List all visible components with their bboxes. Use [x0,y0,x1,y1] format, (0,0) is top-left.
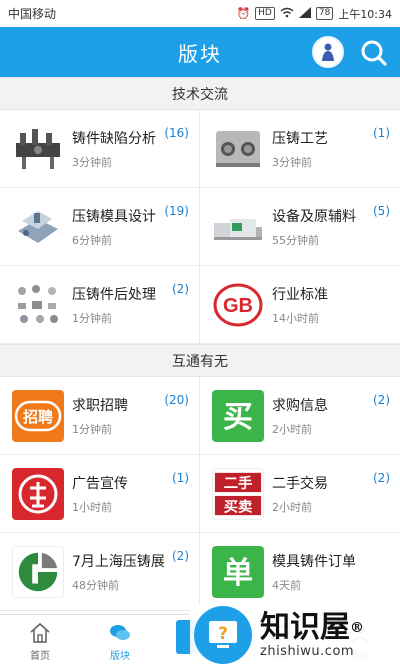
svg-text:买: 买 [223,400,253,435]
board-time: 3分钟前 [72,155,112,169]
watermark-reg: ® [350,619,364,636]
post-count: (1) [172,471,189,485]
post-count: (2) [172,282,189,296]
board-name: 铸件缺陷分析 [72,130,156,147]
recruit-icon: 招聘 [12,389,64,442]
home-icon [30,622,50,643]
section-header-tech: 技术交流 [0,77,400,110]
post-count: (2) [373,471,390,485]
expo-icon [12,545,64,598]
board-item-casting-defect[interactable]: 铸件缺陷分析 3分钟前 (16) [0,110,200,188]
board-item-shanghai-expo[interactable]: 7月上海压铸展 48分钟前 (2) [0,533,200,611]
board-item-advertising[interactable]: 广告宣传 1小时前 (1) [0,455,200,533]
search-button[interactable] [360,39,388,67]
board-name: 压铸件后处理 [72,286,156,303]
post-processing-photo-icon [12,279,64,331]
exchange-board-grid: 招聘 求职招聘 1分钟前 (20) 买 求购信息 2小时前 (2) 广告宣传 1… [0,377,400,611]
svg-text:招聘: 招聘 [23,408,53,426]
tab-boards[interactable]: 版块 [80,621,160,666]
board-item-mold-design[interactable]: 压铸模具设计 6分钟前 (19) [0,188,200,266]
board-time: 3分钟前 [272,155,312,169]
board-name: 求购信息 [272,397,328,414]
casting-defect-photo-icon [12,123,64,175]
post-count: (16) [164,126,189,140]
post-count: (2) [172,549,189,563]
watermark-main: 知识屋 [260,609,350,645]
post-count: (19) [164,204,189,218]
board-name: 设备及原辅料 [272,208,356,225]
hd-badge: HD [255,7,275,20]
user-avatar-icon [322,43,334,61]
board-time: 48分钟前 [72,578,119,592]
board-time: 1分钟前 [72,311,112,325]
search-icon [361,40,387,66]
watermark-logo: ? [194,606,252,664]
question-monitor-icon: ? [209,621,237,648]
board-name: 二手交易 [272,475,328,492]
carrier-label: 中国移动 [8,7,57,21]
app-bar: 版块 [0,27,400,77]
post-count: (5) [373,204,390,218]
watermark: ? 知识屋® zhishiwu.com [190,604,400,666]
board-name: 压铸工艺 [272,130,328,147]
status-icons: ⏰ HD 78 上午10:34 [236,6,392,22]
wifi-icon [280,7,294,21]
board-item-industry-standard[interactable]: GB 行业标准 14小时前 [200,266,400,344]
board-item-purchase[interactable]: 买 求购信息 2小时前 (2) [200,377,400,455]
board-name: 求职招聘 [72,397,128,414]
tab-label: 版块 [110,651,130,662]
svg-text:二手: 二手 [224,474,253,492]
board-time: 4天前 [272,578,301,592]
board-name: 广告宣传 [72,475,128,492]
order-icon: 单 [212,545,264,598]
status-bar: 中国移动 ⏰ HD 78 上午10:34 [0,0,400,27]
board-name: 7月上海压铸展 [72,553,165,570]
board-item-equipment[interactable]: 设备及原辅料 55分钟前 (5) [200,188,400,266]
tab-home[interactable]: 首页 [0,621,80,666]
board-item-post-processing[interactable]: 压铸件后处理 1分钟前 (2) [0,266,200,344]
board-time: 55分钟前 [272,233,319,247]
board-icon [110,625,130,640]
page-title: 版块 [178,41,222,66]
tech-board-grid: 铸件缺陷分析 3分钟前 (16) 压铸工艺 3分钟前 (1) 压铸模具设计 6分… [0,110,400,344]
watermark-sub: zhishiwu.com [260,643,355,659]
board-name: 模具铸件订单 [272,553,356,570]
equipment-photo-icon [212,201,264,253]
board-time: 6分钟前 [72,233,112,247]
avatar[interactable] [312,36,344,68]
board-item-casting-process[interactable]: 压铸工艺 3分钟前 (1) [200,110,400,188]
board-time: 1小时前 [72,500,112,514]
board-time: 2小时前 [272,500,312,514]
clock: 上午10:34 [338,7,392,21]
post-count: (2) [373,393,390,407]
board-name: 行业标准 [272,286,328,303]
svg-text:买卖: 买卖 [224,498,253,515]
board-item-mold-orders[interactable]: 单 模具铸件订单 4天前 [200,533,400,611]
post-count: (1) [373,126,390,140]
board-time: 2小时前 [272,422,312,436]
section-header-exchange: 互通有无 [0,344,400,377]
gb-standard-logo-icon: GB [212,279,264,331]
alarm-icon: ⏰ [236,7,251,20]
tab-label: 首页 [30,651,50,662]
board-time: 14小时前 [272,311,319,325]
post-count: (20) [164,393,189,407]
board-time: 1分钟前 [72,422,112,436]
advertising-icon [12,467,64,520]
buy-icon: 买 [212,389,264,442]
board-item-recruitment[interactable]: 招聘 求职招聘 1分钟前 (20) [0,377,200,455]
board-item-second-hand[interactable]: 二手 买卖 二手交易 2小时前 (2) [200,455,400,533]
svg-text:?: ? [218,624,228,644]
battery-level: 78 [315,7,334,20]
svg-text:单: 单 [223,556,253,591]
signal-icon [298,6,311,21]
engine-block-photo-icon [212,123,264,175]
svg-text:GB: GB [223,295,253,317]
mold-design-photo-icon [12,201,64,253]
second-hand-icon: 二手 买卖 [212,467,264,520]
board-name: 压铸模具设计 [72,208,156,225]
